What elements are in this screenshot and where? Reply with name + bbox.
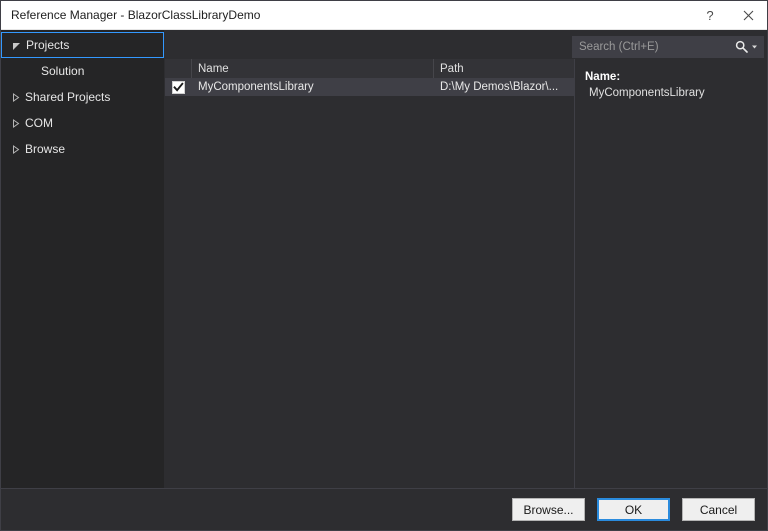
sidebar-item-projects[interactable]: Projects xyxy=(1,32,164,58)
category-tree: Projects Solution Shared Projects COM Br… xyxy=(1,30,165,488)
search-row xyxy=(165,30,767,59)
checkbox-checked-icon[interactable] xyxy=(172,80,185,94)
search-icon[interactable] xyxy=(735,40,748,53)
ok-button[interactable]: OK xyxy=(597,498,670,521)
sidebar-item-browse[interactable]: Browse xyxy=(1,136,164,162)
details-pane: Name: MyComponentsLibrary xyxy=(575,59,767,488)
dialog-footer: Browse... OK Cancel xyxy=(1,488,767,530)
search-icon-group[interactable] xyxy=(735,40,760,53)
sidebar-item-label: Shared Projects xyxy=(25,90,111,104)
chevron-collapsed-icon[interactable] xyxy=(7,92,23,102)
window-title: Reference Manager - BlazorClassLibraryDe… xyxy=(11,8,261,22)
sidebar-item-solution[interactable]: Solution xyxy=(1,58,164,84)
cancel-button[interactable]: Cancel xyxy=(682,498,755,521)
close-icon xyxy=(743,10,754,21)
panes: Name Path MyComponentsLibrary D:\My Demo… xyxy=(165,59,767,488)
sidebar-item-label: Projects xyxy=(26,38,70,52)
details-name-label: Name: xyxy=(585,71,621,83)
search-input[interactable] xyxy=(579,40,735,53)
sidebar-item-label: COM xyxy=(25,116,53,130)
sidebar-item-shared-projects[interactable]: Shared Projects xyxy=(1,84,164,110)
chevron-collapsed-icon[interactable] xyxy=(7,144,23,154)
reference-list: Name Path MyComponentsLibrary D:\My Demo… xyxy=(165,59,575,488)
browse-button[interactable]: Browse... xyxy=(512,498,585,521)
row-name-cell: MyComponentsLibrary xyxy=(198,81,314,93)
column-header-check xyxy=(165,59,192,78)
list-header-row: Name Path xyxy=(165,59,574,78)
row-path-cell: D:\My Demos\Blazor\... xyxy=(440,81,559,93)
question-mark-icon: ? xyxy=(706,7,714,23)
column-header-name[interactable]: Name xyxy=(192,59,434,78)
dialog-body: Projects Solution Shared Projects COM Br… xyxy=(1,30,767,488)
details-name-value: MyComponentsLibrary xyxy=(589,87,705,99)
row-checkbox-cell[interactable] xyxy=(165,78,192,96)
search-box[interactable] xyxy=(572,35,764,58)
chevron-down-icon[interactable] xyxy=(751,43,758,50)
chevron-expanded-icon[interactable] xyxy=(8,41,24,50)
title-bar: Reference Manager - BlazorClassLibraryDe… xyxy=(1,1,767,30)
close-button[interactable] xyxy=(729,1,767,30)
sidebar-item-com[interactable]: COM xyxy=(1,110,164,136)
list-rows: MyComponentsLibrary D:\My Demos\Blazor\.… xyxy=(165,78,574,488)
help-button[interactable]: ? xyxy=(691,1,729,30)
reference-manager-dialog: Reference Manager - BlazorClassLibraryDe… xyxy=(0,0,768,531)
column-header-path[interactable]: Path xyxy=(434,59,574,78)
content-area: Name Path MyCom xyxy=(165,30,767,488)
table-row[interactable]: MyComponentsLibrary D:\My Demos\Blazor\.… xyxy=(165,78,574,96)
sidebar-item-label: Solution xyxy=(41,64,85,78)
chevron-collapsed-icon[interactable] xyxy=(7,118,23,128)
window-controls: ? xyxy=(691,1,767,30)
sidebar-item-label: Browse xyxy=(25,142,66,156)
